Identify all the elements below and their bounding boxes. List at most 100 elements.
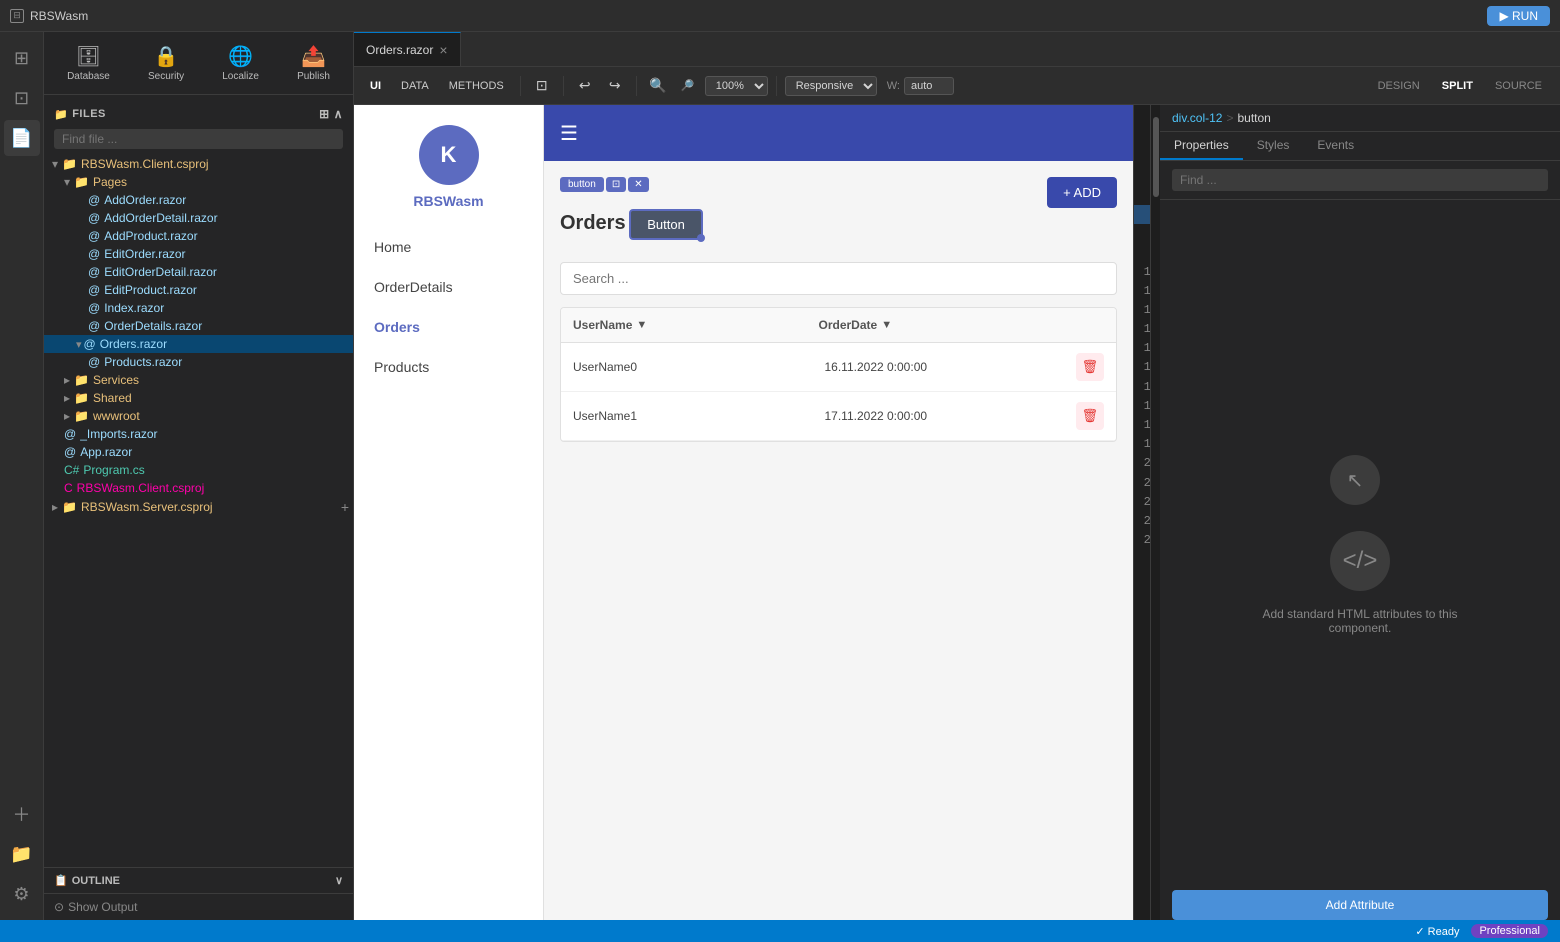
- tree-label-editproduct: EditProduct.razor: [104, 283, 197, 297]
- shared-folder-icon: 📁: [74, 391, 89, 405]
- activity-files-icon[interactable]: 📄: [4, 120, 40, 156]
- width-label: W:: [887, 80, 900, 92]
- search-file-input[interactable]: [54, 129, 343, 149]
- tree-label-addproduct: AddProduct.razor: [104, 229, 197, 243]
- toolbar-localize[interactable]: 🌐 Localize: [214, 40, 267, 86]
- tab-close-icon[interactable]: ×: [439, 42, 447, 58]
- professional-badge: Professional: [1471, 924, 1548, 938]
- breadcrumb-parent[interactable]: div.col-12: [1172, 111, 1222, 125]
- tab-events[interactable]: Events: [1303, 132, 1368, 160]
- redo-btn[interactable]: ↪: [602, 73, 628, 99]
- activity-add-bottom-icon[interactable]: ＋: [4, 796, 40, 832]
- tree-item-products[interactable]: @ Products.razor: [44, 353, 353, 371]
- title-bar: ⊟ RBSWasm ▶ RUN: [0, 0, 1560, 32]
- undo-btn[interactable]: ↩: [572, 73, 598, 99]
- tab-orders-razor[interactable]: Orders.razor ×: [354, 32, 461, 66]
- tree-item-root-project[interactable]: ▾ 📁 RBSWasm.Client.csproj: [44, 155, 353, 173]
- tree-item-addorder[interactable]: @ AddOrder.razor: [44, 191, 353, 209]
- cell-orderdate-0: 16.11.2022 0:00:00: [825, 360, 1077, 374]
- tab-properties[interactable]: Properties: [1160, 132, 1243, 160]
- activity-grid-icon[interactable]: ⊡: [4, 80, 40, 116]
- design-btn-source[interactable]: SOURCE: [1485, 77, 1552, 95]
- props-content: ↖ </> Add standard HTML attributes to th…: [1160, 200, 1560, 890]
- code-line-21: 21 Data="@orders" Count=count LoadData=@…: [1134, 474, 1150, 493]
- activity-add-icon[interactable]: ⊞: [4, 40, 40, 76]
- cursor-icon: ↖: [1330, 455, 1380, 505]
- tree-item-addorderdetail[interactable]: @ AddOrderDetail.razor: [44, 209, 353, 227]
- tree-item-editorderdetail[interactable]: @ EditOrderDetail.razor: [44, 263, 353, 281]
- files-filter-icon[interactable]: ⊞: [319, 107, 330, 121]
- tree-item-pages-folder[interactable]: ▾ 📁 Pages: [44, 173, 353, 191]
- code-line-4: 4 <div class="row" style="margin-bottom:…: [1134, 147, 1150, 166]
- tree-item-server-project[interactable]: ▸ 📁 RBSWasm.Server.csproj +: [44, 497, 353, 517]
- filter-icon-username[interactable]: ▼: [636, 319, 647, 331]
- design-btn-design[interactable]: DESIGN: [1368, 77, 1430, 95]
- preview-nav-orders[interactable]: Orders: [374, 315, 523, 339]
- device-icon-btn[interactable]: ⊡: [529, 73, 555, 99]
- tree-item-index[interactable]: @ Index.razor: [44, 299, 353, 317]
- tab-data[interactable]: DATA: [393, 77, 437, 95]
- code-line-23: 23 <RadzenDataGridColumn TItem="RBSWasm.…: [1134, 512, 1150, 531]
- tree-item-orders[interactable]: ▾ @ Orders.razor: [44, 335, 353, 353]
- code-editor[interactable]: 2 3 <PageTitle>Orders</PageTitle> 4 <div…: [1134, 105, 1160, 920]
- tree-item-program[interactable]: C# Program.cs: [44, 461, 353, 479]
- tree-label-orders: Orders.razor: [100, 337, 167, 351]
- tab-ui[interactable]: UI: [362, 77, 389, 95]
- zoom-in-btn[interactable]: 🔎: [675, 73, 701, 99]
- toolbar-database[interactable]: 🗄 Database: [59, 40, 118, 86]
- filter-icon-orderdate[interactable]: ▼: [881, 319, 892, 331]
- code-line-8: 8 </div>: [1134, 224, 1150, 243]
- tree-item-orderdetails[interactable]: @ OrderDetails.razor: [44, 317, 353, 335]
- delete-btn-0[interactable]: 🗑: [1076, 353, 1104, 381]
- selected-button[interactable]: Button: [629, 209, 703, 240]
- tree-item-services[interactable]: ▸ 📁 Services: [44, 371, 353, 389]
- cell-orderdate-1: 17.11.2022 0:00:00: [825, 409, 1077, 423]
- add-server-item-button[interactable]: +: [337, 499, 353, 515]
- tree-item-csproj[interactable]: C RBSWasm.Client.csproj: [44, 479, 353, 497]
- show-output-bar[interactable]: ⊙ Show Output: [44, 893, 353, 920]
- tree-item-editorder[interactable]: @ EditOrder.razor: [44, 245, 353, 263]
- code-line-22: 22 <Columns>: [1134, 493, 1150, 512]
- button-copy-icon[interactable]: ⊡: [606, 177, 626, 192]
- zoom-out-btn[interactable]: 🔍: [645, 73, 671, 99]
- files-collapse-icon[interactable]: ∧: [334, 107, 343, 121]
- button-delete-icon[interactable]: ✕: [628, 177, 648, 192]
- tab-styles[interactable]: Styles: [1243, 132, 1304, 160]
- props-search-input[interactable]: [1172, 169, 1548, 191]
- scrollbar-thumb[interactable]: [1153, 117, 1159, 197]
- tree-label-wwwroot: wwwroot: [93, 409, 140, 423]
- database-icon: 🗄: [76, 44, 101, 69]
- tree-item-addproduct[interactable]: @ AddProduct.razor: [44, 227, 353, 245]
- tree-item-wwwroot[interactable]: ▸ 📁 wwwroot: [44, 407, 353, 425]
- chevron-right-icon-server: ▸: [52, 500, 58, 514]
- code-line-14: 14 <div class="col-12">: [1134, 339, 1150, 358]
- preview-nav-orderdetails[interactable]: OrderDetails: [374, 275, 523, 299]
- width-input[interactable]: [904, 77, 954, 95]
- toolbar-separator-2: [563, 76, 564, 96]
- add-button[interactable]: + ADD: [1047, 177, 1117, 208]
- toolbar-publish[interactable]: 📤 Publish: [289, 40, 338, 86]
- tab-methods[interactable]: METHODS: [441, 77, 512, 95]
- table-header: UserName ▼ OrderDate ▼: [561, 308, 1116, 343]
- preview-search-input[interactable]: [560, 262, 1117, 295]
- toolbar-security[interactable]: 🔒 Security: [140, 40, 192, 86]
- hamburger-icon[interactable]: ☰: [560, 121, 578, 146]
- run-button[interactable]: ▶ RUN: [1487, 6, 1550, 26]
- design-btn-split[interactable]: SPLIT: [1432, 77, 1483, 95]
- zoom-level-select[interactable]: 100% 75% 50%: [705, 76, 768, 96]
- server-folder-icon: 📁: [62, 500, 77, 514]
- status-bar: ✓ Ready Professional: [0, 920, 1560, 942]
- add-attribute-button[interactable]: Add Attribute: [1172, 890, 1548, 920]
- tree-item-shared[interactable]: ▸ 📁 Shared: [44, 389, 353, 407]
- activity-settings-icon[interactable]: ⚙: [4, 876, 40, 912]
- preview-nav-home[interactable]: Home: [374, 235, 523, 259]
- resize-handle[interactable]: [697, 234, 705, 242]
- responsive-select[interactable]: Responsive: [785, 76, 877, 96]
- tree-item-editproduct[interactable]: @ EditProduct.razor: [44, 281, 353, 299]
- tree-item-imports[interactable]: @ _Imports.razor: [44, 425, 353, 443]
- outline-collapse-icon[interactable]: ∨: [335, 874, 343, 887]
- delete-btn-1[interactable]: 🗑: [1076, 402, 1104, 430]
- tree-item-app[interactable]: @ App.razor: [44, 443, 353, 461]
- preview-nav-products[interactable]: Products: [374, 355, 523, 379]
- activity-folder-icon[interactable]: 📁: [4, 836, 40, 872]
